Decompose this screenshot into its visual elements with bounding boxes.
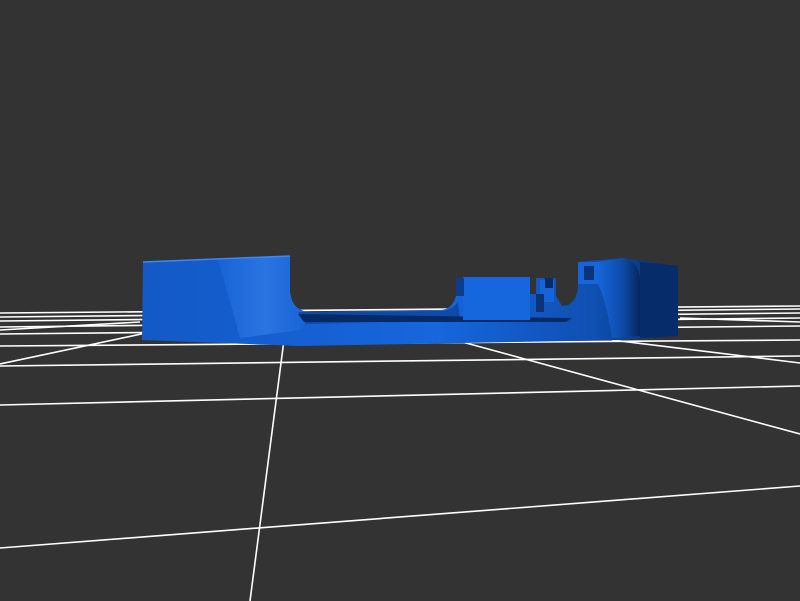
3d-viewport[interactable]	[0, 0, 800, 601]
model-center-block	[463, 277, 530, 320]
model-center-block-left-edge	[456, 278, 464, 296]
viewport-background	[0, 0, 800, 601]
3d-scene[interactable]	[0, 0, 800, 601]
model-right-end-face	[640, 262, 678, 338]
model-notch-dark	[545, 278, 553, 288]
model-notch-shadow	[536, 294, 544, 312]
model-right-post-notch	[584, 266, 594, 280]
